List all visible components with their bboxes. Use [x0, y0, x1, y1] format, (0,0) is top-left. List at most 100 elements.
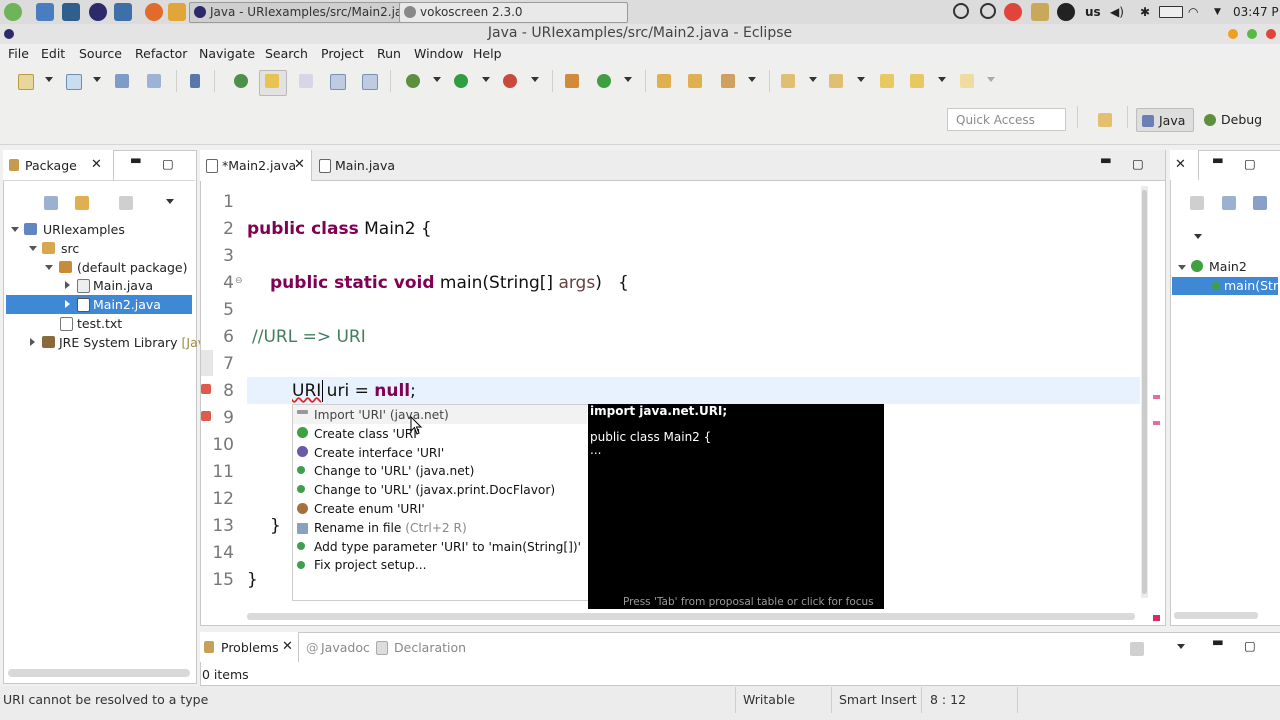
status-insert-mode[interactable]: Smart Insert	[839, 692, 917, 707]
code-line-6-comment[interactable]: //URL => URI	[252, 327, 366, 347]
minimize-view-icon[interactable]: ▬	[1212, 634, 1224, 649]
menu-file[interactable]: File	[8, 46, 29, 61]
chevron-down-icon[interactable]	[857, 77, 865, 82]
chevron-down-icon[interactable]	[45, 77, 53, 82]
battery-icon[interactable]	[1159, 6, 1183, 18]
save-icon[interactable]	[115, 74, 129, 88]
maximize-view-icon[interactable]: ▢	[1132, 156, 1144, 171]
javadoc-tab[interactable]: Javadoc	[321, 640, 370, 655]
chevron-down-icon[interactable]: ▼	[1214, 3, 1221, 21]
menu-window[interactable]: Window	[414, 46, 463, 61]
chrome-icon[interactable]	[1004, 3, 1022, 21]
show-whitespace-icon[interactable]	[330, 74, 346, 90]
network-manager-icon[interactable]	[1057, 3, 1075, 21]
menu-refactor[interactable]: Refactor	[135, 46, 187, 61]
minimize-button[interactable]	[1228, 29, 1238, 39]
distro-menu-icon[interactable]	[4, 3, 22, 21]
maximize-view-icon[interactable]: ▢	[1244, 638, 1256, 653]
tree-item-src[interactable]: src	[61, 241, 79, 256]
tree-item-jre-library[interactable]: JRE System Library [Java	[59, 335, 213, 350]
clipboard-icon[interactable]	[1031, 3, 1049, 21]
outline-method[interactable]: main(Str	[1224, 278, 1278, 293]
focus-icon[interactable]	[1130, 642, 1144, 656]
search-icon[interactable]	[721, 74, 735, 88]
save-all-icon[interactable]	[147, 74, 161, 88]
proposal-item[interactable]: Add type parameter 'URI' to 'main(String…	[314, 540, 581, 554]
minimize-view-icon[interactable]: ▬	[130, 152, 142, 167]
code-line-4[interactable]: public static void main(String[] args) {	[270, 273, 629, 293]
proposal-item[interactable]: Create class 'URI'	[314, 427, 420, 441]
block-selection-icon[interactable]	[299, 74, 313, 88]
open-perspective-icon[interactable]	[1098, 113, 1112, 127]
new-icon[interactable]	[18, 74, 34, 90]
overview-error-indicator[interactable]	[1153, 615, 1160, 621]
proposal-item[interactable]: Change to 'URL' (java.net)	[314, 464, 474, 478]
error-marker-icon[interactable]	[201, 411, 211, 421]
run-icon[interactable]	[454, 74, 468, 88]
tree-item-project[interactable]: URIexamples	[43, 222, 125, 237]
menu-run[interactable]: Run	[377, 46, 401, 61]
code-line-13[interactable]: }	[270, 516, 281, 536]
chevron-down-icon[interactable]	[93, 77, 101, 82]
tree-item-main-java[interactable]: Main.java	[93, 278, 153, 293]
chevron-right-icon[interactable]	[65, 300, 70, 308]
proposal-item[interactable]: Fix project setup...	[314, 558, 426, 572]
proposal-item[interactable]: Create enum 'URI'	[314, 502, 425, 516]
close-icon[interactable]: ✕	[282, 639, 293, 654]
vertical-scrollbar-thumb[interactable]	[1142, 190, 1147, 594]
skip-breakpoints-icon[interactable]	[190, 74, 200, 88]
menu-project[interactable]: Project	[321, 46, 364, 61]
view-menu-icon[interactable]	[1177, 644, 1185, 649]
quick-access-input[interactable]: Quick Access	[947, 108, 1066, 131]
chevron-down-icon[interactable]	[482, 77, 490, 82]
idea-launcher-icon[interactable]	[114, 3, 132, 21]
chevron-down-icon[interactable]	[11, 227, 19, 232]
previous-annotation-icon[interactable]	[829, 74, 843, 88]
folder-launcher-icon[interactable]	[168, 3, 186, 21]
view-menu-icon[interactable]	[1194, 234, 1202, 239]
chevron-down-icon[interactable]	[624, 77, 632, 82]
file-manager-icon[interactable]	[36, 3, 54, 21]
forward-icon[interactable]	[960, 74, 974, 88]
error-marker-icon[interactable]	[201, 384, 211, 394]
maximize-view-icon[interactable]: ▢	[162, 156, 174, 171]
pilcrow-icon[interactable]	[362, 74, 378, 90]
firefox-launcher-icon[interactable]	[145, 3, 163, 21]
declaration-tab[interactable]: Declaration	[394, 640, 466, 655]
link-with-editor-icon[interactable]	[75, 196, 89, 210]
volume-icon[interactable]: ◀)	[1110, 3, 1124, 21]
last-edit-location-icon[interactable]	[880, 74, 894, 88]
new-package-icon[interactable]	[565, 74, 579, 88]
fold-icon[interactable]: ⊖	[235, 276, 243, 286]
open-type-icon[interactable]	[234, 74, 248, 88]
menu-edit[interactable]: Edit	[41, 46, 65, 61]
code-line-2[interactable]: public class Main2 {	[247, 219, 432, 239]
menu-source[interactable]: Source	[79, 46, 122, 61]
open-type-hierarchy-icon[interactable]	[657, 74, 671, 88]
chevron-down-icon[interactable]	[748, 77, 756, 82]
close-icon[interactable]: ✕	[91, 157, 102, 172]
overview-error-marker[interactable]	[1153, 395, 1160, 399]
menu-navigate[interactable]: Navigate	[199, 46, 255, 61]
menu-search[interactable]: Search	[265, 46, 308, 61]
chevron-down-icon[interactable]	[809, 77, 817, 82]
proposal-item[interactable]: Change to 'URL' (javax.print.DocFlavor)	[314, 483, 555, 497]
overview-error-marker[interactable]	[1153, 421, 1160, 425]
external-tools-icon[interactable]	[503, 74, 517, 88]
perspective-debug[interactable]: Debug	[1199, 108, 1280, 132]
chevron-down-icon[interactable]	[433, 77, 441, 82]
chevron-down-icon[interactable]	[1178, 265, 1186, 270]
back-icon[interactable]	[910, 74, 924, 88]
chevron-down-icon[interactable]	[45, 265, 53, 270]
close-button[interactable]	[1266, 29, 1276, 39]
code-line-8[interactable]: URI uri = null;	[292, 381, 416, 401]
open-task-icon[interactable]	[688, 74, 702, 88]
editor-tab-main[interactable]: Main.java	[335, 158, 395, 173]
new-java-project-icon[interactable]	[66, 74, 82, 90]
chevron-right-icon[interactable]	[30, 338, 35, 346]
status-cursor-position[interactable]: 8 : 12	[930, 692, 966, 707]
minimize-view-icon[interactable]: ▬	[1212, 152, 1224, 167]
outline-class[interactable]: Main2	[1209, 259, 1247, 274]
code-line-15[interactable]: }	[247, 570, 258, 590]
debug-icon[interactable]	[406, 74, 420, 88]
